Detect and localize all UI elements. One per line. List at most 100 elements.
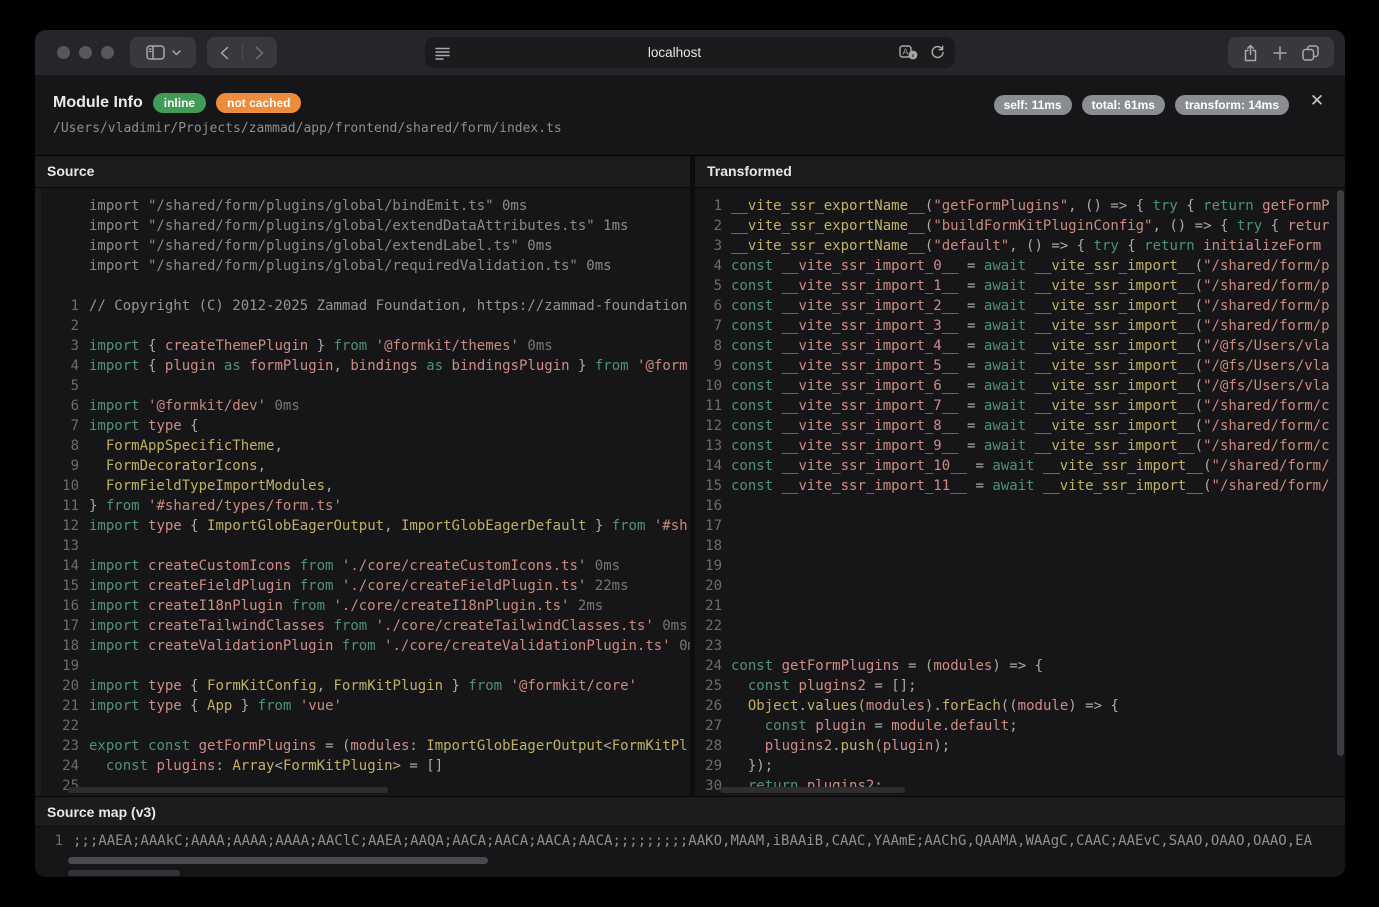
tab-overview-icon[interactable]: [1302, 45, 1319, 61]
line-number: 21: [700, 596, 722, 616]
code-line: 24 const plugins: Array<FormKitPlugin> =…: [49, 756, 690, 776]
line-number: [49, 276, 79, 296]
toolbar-actions-group: [1228, 37, 1334, 68]
page-title: Module Info: [53, 94, 143, 112]
code-line: 12import type { ImportGlobEagerOutput, I…: [49, 516, 690, 536]
code-line: import "/shared/form/plugins/global/exte…: [49, 216, 690, 236]
desktop-backdrop: localhost A x: [0, 0, 1379, 907]
line-number: 9: [700, 356, 722, 376]
line-number: 28: [700, 736, 722, 756]
code-line: import "/shared/form/plugins/global/bind…: [49, 196, 690, 216]
line-number: 29: [700, 756, 722, 776]
transformed-horizontal-scrollbar[interactable]: [720, 787, 905, 793]
code-panels: Source import "/shared/form/plugins/glob…: [35, 155, 1345, 796]
source-left-scroll-track: [35, 188, 41, 796]
line-number: 13: [49, 536, 79, 556]
code-line: 13const __vite_ssr_import_9__ = await __…: [700, 436, 1345, 456]
line-number: 2: [49, 316, 79, 336]
source-horizontal-scrollbar[interactable]: [68, 787, 388, 793]
source-panel: Source import "/shared/form/plugins/glob…: [35, 156, 690, 796]
code-line: 7const __vite_ssr_import_3__ = await __v…: [700, 316, 1345, 336]
code-line: 25 const plugins2 = [];: [700, 676, 1345, 696]
transformed-panel: Transformed 1__vite_ssr_exportName__("ge…: [695, 156, 1345, 796]
minimize-window-button[interactable]: [79, 46, 92, 59]
new-tab-icon[interactable]: [1273, 46, 1287, 60]
zoom-window-button[interactable]: [101, 46, 114, 59]
forward-button[interactable]: [242, 37, 277, 68]
close-window-button[interactable]: [57, 46, 70, 59]
self-time-badge: self: 11ms: [994, 95, 1072, 115]
browser-toolbar: localhost A x: [35, 30, 1345, 75]
code-line: 4import { plugin as formPlugin, bindings…: [49, 356, 690, 376]
line-number: [49, 196, 79, 216]
line-number: 25: [700, 676, 722, 696]
line-number: 8: [49, 436, 79, 456]
code-line: 3import { createThemePlugin } from '@for…: [49, 336, 690, 356]
code-line: 16: [700, 496, 1345, 516]
svg-text:A: A: [903, 47, 909, 57]
line-number: 24: [700, 656, 722, 676]
line-number: 18: [49, 636, 79, 656]
chevron-down-icon: [172, 50, 181, 56]
code-line: 8 FormAppSpecificTheme,: [49, 436, 690, 456]
translate-icon[interactable]: A x: [899, 45, 918, 60]
code-line: 12const __vite_ssr_import_8__ = await __…: [700, 416, 1345, 436]
line-number: 8: [700, 336, 722, 356]
close-button[interactable]: ✕: [1305, 89, 1329, 113]
code-line: 24const getFormPlugins = (modules) => {: [700, 656, 1345, 676]
code-line: 11} from '#shared/types/form.ts': [49, 496, 690, 516]
line-number: 20: [49, 676, 79, 696]
line-number: [49, 236, 79, 256]
line-number: 10: [49, 476, 79, 496]
reload-icon[interactable]: [930, 45, 945, 60]
line-number: [49, 216, 79, 236]
reader-mode-icon[interactable]: [435, 46, 450, 60]
line-number: 5: [700, 276, 722, 296]
line-number: 26: [700, 696, 722, 716]
sourcemap-code: 1;;;AAEA;AAAkC;AAAA;AAAA;AAAA;AAClC;AAEA…: [35, 831, 1345, 851]
nav-divider: [242, 43, 243, 61]
transformed-vertical-scrollbar[interactable]: [1337, 190, 1344, 756]
address-bar[interactable]: localhost A x: [425, 37, 955, 68]
code-line: import "/shared/form/plugins/global/requ…: [49, 256, 690, 276]
code-line: 16import createI18nPlugin from './core/c…: [49, 596, 690, 616]
share-icon[interactable]: [1243, 44, 1258, 62]
line-number: 17: [700, 516, 722, 536]
sidebar-toggle-button[interactable]: [130, 37, 196, 68]
code-line: 13: [49, 536, 690, 556]
code-line: 10const __vite_ssr_import_6__ = await __…: [700, 376, 1345, 396]
line-number: 20: [700, 576, 722, 596]
line-number: 30: [700, 776, 722, 796]
line-number: 14: [49, 556, 79, 576]
inline-badge: inline: [153, 93, 206, 113]
browser-window: localhost A x: [35, 30, 1345, 877]
line-number: 1: [700, 196, 722, 216]
code-line: 20import type { FormKitConfig, FormKitPl…: [49, 676, 690, 696]
code-line: 10 FormFieldTypeImportModules,: [49, 476, 690, 496]
source-panel-title: Source: [35, 156, 690, 188]
sourcemap-horizontal-scrollbar[interactable]: [68, 857, 488, 864]
code-line: 26 Object.values(modules).forEach((modul…: [700, 696, 1345, 716]
line-number: 11: [49, 496, 79, 516]
code-line: 30 return plugins2;: [700, 776, 1345, 796]
line-number: 17: [49, 616, 79, 636]
line-number: 19: [49, 656, 79, 676]
code-line: 23export const getFormPlugins = (modules…: [49, 736, 690, 756]
line-number: 3: [700, 236, 722, 256]
line-number: 15: [700, 476, 722, 496]
code-line: 15const __vite_ssr_import_11__ = await _…: [700, 476, 1345, 496]
code-line: 3__vite_ssr_exportName__("default", () =…: [700, 236, 1345, 256]
line-number: 1: [49, 296, 79, 316]
url-text: localhost: [450, 45, 899, 60]
code-line: 19: [700, 556, 1345, 576]
line-number: 24: [49, 756, 79, 776]
back-button[interactable]: [207, 37, 242, 68]
line-number: 23: [700, 636, 722, 656]
code-line: import "/shared/form/plugins/global/exte…: [49, 236, 690, 256]
line-number: 12: [49, 516, 79, 536]
line-number: 2: [700, 216, 722, 236]
source-code: import "/shared/form/plugins/global/bind…: [35, 196, 690, 796]
transformed-code: 1__vite_ssr_exportName__("getFormPlugins…: [695, 196, 1345, 796]
code-line: 14import createCustomIcons from './core/…: [49, 556, 690, 576]
page-horizontal-scrollbar[interactable]: [68, 870, 180, 876]
